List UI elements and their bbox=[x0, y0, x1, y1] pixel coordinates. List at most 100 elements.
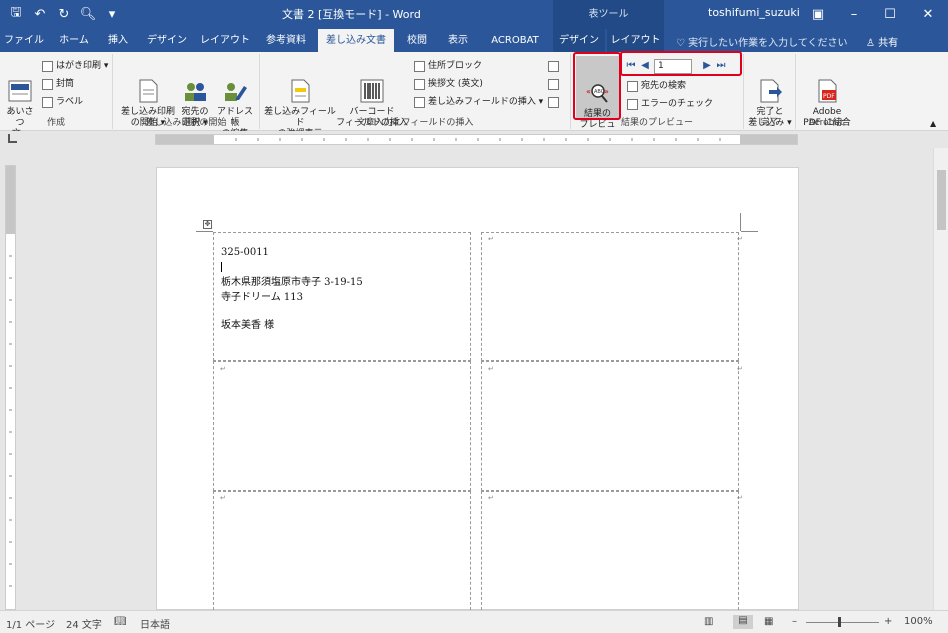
tab-selector-icon[interactable] bbox=[8, 134, 17, 143]
label-address-line2: 寺子ドリーム 113 bbox=[221, 292, 303, 303]
text-cursor bbox=[221, 262, 222, 272]
maximize-icon[interactable]: ☐ bbox=[872, 0, 908, 29]
tab-review[interactable]: 校閲 bbox=[400, 29, 434, 52]
label-cell[interactable] bbox=[481, 232, 739, 361]
tab-acrobat[interactable]: ACROBAT bbox=[484, 29, 546, 52]
group-write-insert-fields: 差し込みフィールド の強調表示 バーコード フィールドの挿入 ▾ 住所ブロック … bbox=[260, 54, 571, 139]
crop-mark bbox=[741, 231, 758, 232]
undo-icon[interactable]: ↶ bbox=[30, 5, 50, 23]
tab-table-layout[interactable]: レイアウト bbox=[607, 29, 664, 52]
crop-mark bbox=[196, 231, 213, 232]
group-create: あいさつ 文 ▾ はがき印刷 ▾ 封筒 ラベル 作成 bbox=[0, 54, 113, 139]
adobe-pdf-icon: PDF bbox=[814, 67, 840, 103]
finish-merge-icon bbox=[757, 67, 783, 103]
scrollbar-thumb[interactable] bbox=[937, 170, 946, 230]
rules-icon bbox=[548, 61, 559, 72]
tab-insert[interactable]: 挿入 bbox=[102, 29, 134, 52]
tab-view[interactable]: 表示 bbox=[440, 29, 476, 52]
zoom-slider-thumb[interactable] bbox=[838, 617, 841, 627]
envelope-icon bbox=[42, 79, 53, 90]
read-mode-icon[interactable]: ▥ bbox=[704, 616, 713, 627]
envelopes-button[interactable]: 封筒 bbox=[42, 77, 74, 92]
group-finish: 完了と 差し込み ▾ 完了 bbox=[744, 54, 796, 129]
table-tools-title: 表ツール bbox=[553, 0, 664, 29]
group-label: 作成 bbox=[46, 118, 65, 128]
group-acrobat: PDF Adobe PDF に結合 Acrobat bbox=[796, 54, 856, 129]
group-label: 差し込み印刷の開始 bbox=[145, 118, 227, 128]
zoom-in-icon[interactable]: + bbox=[884, 616, 892, 627]
document-title: 文書 2 [互換モード] - Word bbox=[282, 8, 421, 21]
greeting-line-button[interactable]: 挨拶文 (英文) bbox=[414, 77, 483, 92]
paragraph-mark: ↵ bbox=[220, 494, 226, 502]
labels-button[interactable]: ラベル bbox=[42, 95, 83, 110]
collapse-ribbon-icon[interactable]: ▲ bbox=[930, 116, 936, 131]
zoom-slider[interactable] bbox=[806, 622, 879, 623]
horizontal-ruler[interactable] bbox=[155, 134, 798, 145]
match-fields-icon bbox=[548, 79, 559, 90]
label-address-line1: 栃木県那須塩原市寺子 3-19-15 bbox=[221, 277, 363, 288]
zoom-out-icon[interactable]: – bbox=[792, 616, 797, 627]
group-label: 文章入力とフィールドの挿入 bbox=[356, 118, 474, 128]
ribbon-display-options-icon[interactable]: ▣ bbox=[800, 0, 836, 29]
redo-icon[interactable]: ↻ bbox=[54, 5, 74, 23]
save-icon[interactable]: 🖫 bbox=[6, 5, 26, 23]
minimize-icon[interactable]: – bbox=[836, 0, 872, 29]
start-mail-merge-icon bbox=[135, 67, 161, 103]
paragraph-mark: ↵ bbox=[488, 365, 494, 373]
find-recipient-icon bbox=[627, 81, 638, 92]
tab-file[interactable]: ファイル bbox=[4, 29, 44, 52]
address-block-icon bbox=[414, 61, 425, 72]
tab-references[interactable]: 参考資料 bbox=[258, 29, 314, 52]
paragraph-mark: ↵ bbox=[737, 365, 743, 373]
paragraph-mark: ↵ bbox=[488, 494, 494, 502]
postcard-print-button[interactable]: はがき印刷 ▾ bbox=[42, 59, 108, 74]
address-block-button[interactable]: 住所ブロック bbox=[414, 59, 482, 74]
greeting-line-icon bbox=[414, 79, 425, 90]
user-name[interactable]: toshifumi_suzuki bbox=[708, 6, 800, 19]
ribbon: あいさつ 文 ▾ はがき印刷 ▾ 封筒 ラベル 作成 差し込み印刷 の開始 ▾ bbox=[0, 52, 948, 141]
table-move-handle-icon[interactable]: ✥ bbox=[203, 220, 212, 229]
group-label: Acrobat bbox=[808, 118, 844, 128]
print-preview-icon[interactable]: 🔍︎ bbox=[78, 5, 98, 23]
find-recipient-button[interactable]: 宛先の検索 bbox=[627, 79, 686, 94]
tell-me-search[interactable]: ♡ 実行したい作業を入力してください bbox=[676, 34, 848, 49]
ribbon-tabs: ファイル ホーム 挿入 デザイン レイアウト 参考資料 差し込み文書 校閲 表示… bbox=[0, 29, 948, 52]
share-button[interactable]: ♙ 共有 bbox=[866, 34, 898, 49]
customize-qat-icon[interactable]: ▾ bbox=[102, 5, 122, 23]
check-errors-button[interactable]: エラーのチェック bbox=[627, 97, 713, 112]
highlight-fields-icon bbox=[287, 67, 313, 103]
highlight-preview-results bbox=[573, 52, 621, 120]
rules-button[interactable] bbox=[548, 59, 559, 74]
tab-mailings[interactable]: 差し込み文書 bbox=[318, 29, 394, 52]
match-fields-button[interactable] bbox=[548, 77, 559, 92]
check-errors-icon bbox=[627, 99, 638, 110]
postcard-icon bbox=[42, 61, 53, 72]
barcode-icon bbox=[359, 67, 385, 103]
proofing-icon[interactable]: 📖︎ bbox=[114, 616, 127, 627]
update-labels-button[interactable] bbox=[548, 95, 559, 110]
group-label: 完了 bbox=[760, 118, 779, 128]
tab-table-design[interactable]: デザイン bbox=[553, 29, 605, 52]
tab-layout[interactable]: レイアウト bbox=[200, 29, 250, 52]
insert-merge-field-button[interactable]: 差し込みフィールドの挿入 ▾ bbox=[414, 95, 543, 110]
zoom-level[interactable]: 100% bbox=[904, 616, 933, 627]
tab-home[interactable]: ホーム bbox=[54, 29, 94, 52]
close-icon[interactable]: ✕ bbox=[910, 0, 946, 29]
print-layout-icon[interactable]: ▤ bbox=[733, 615, 753, 629]
update-labels-icon bbox=[548, 97, 559, 108]
language[interactable]: 日本語 bbox=[140, 616, 170, 631]
vertical-ruler[interactable] bbox=[5, 165, 16, 610]
label-cell[interactable] bbox=[213, 361, 471, 491]
title-bar: 🖫 ↶ ↻ 🔍︎ ▾ 文書 2 [互換モード] - Word 表ツール tosh… bbox=[0, 0, 948, 29]
label-cell[interactable] bbox=[481, 361, 739, 491]
web-layout-icon[interactable]: ▦ bbox=[764, 616, 773, 627]
label-cell[interactable] bbox=[481, 491, 739, 610]
label-cell[interactable] bbox=[213, 491, 471, 610]
tab-design[interactable]: デザイン bbox=[142, 29, 192, 52]
page-count[interactable]: 1/1 ページ bbox=[6, 616, 55, 631]
paragraph-mark: ↵ bbox=[737, 235, 743, 243]
merge-field-icon bbox=[414, 97, 425, 108]
vertical-scrollbar[interactable] bbox=[933, 148, 948, 610]
word-count[interactable]: 24 文字 bbox=[66, 616, 102, 631]
status-bar: 1/1 ページ 24 文字 📖︎ 日本語 ▥ ▤ ▦ – + 100% bbox=[0, 610, 948, 633]
